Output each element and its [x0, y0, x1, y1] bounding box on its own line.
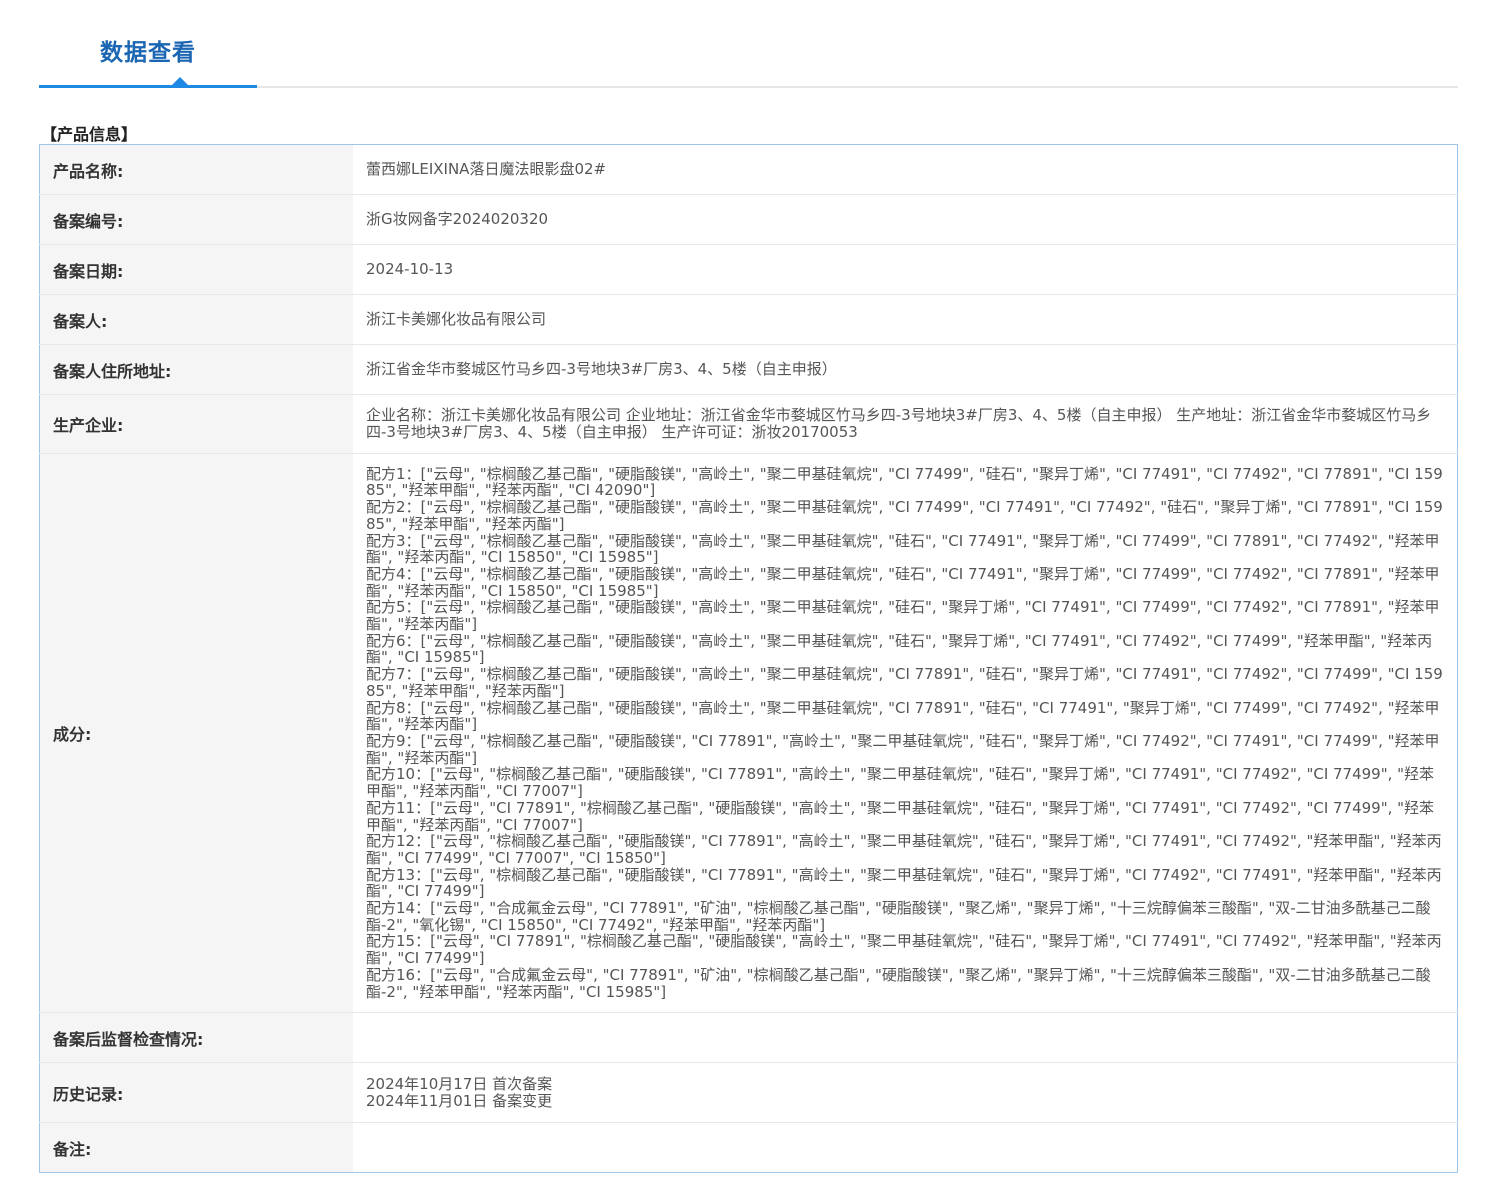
row-ingredients: 成分: 配方1：["云母", "棕榈酸乙基己酯", "硬脂酸镁", "高岭土",…	[39, 453, 1458, 1013]
label-ingredients: 成分:	[39, 453, 353, 1013]
value-post-inspection	[353, 1012, 1458, 1063]
tab-bar: 数据查看	[39, 0, 1458, 90]
value-filer-address: 浙江省金华市婺城区竹马乡四-3号地块3#厂房3、4、5楼（自主申报）	[353, 344, 1458, 395]
row-filing-number: 备案编号: 浙G妆网备字2024020320	[39, 194, 1458, 245]
label-filing-date: 备案日期:	[39, 244, 353, 295]
history-entry: 2024年10月17日 首次备案	[366, 1074, 553, 1093]
formula-line: 配方14：["云母", "合成氟金云母", "CI 77891", "矿油", …	[366, 899, 1431, 934]
formula-line: 配方4：["云母", "棕榈酸乙基己酯", "硬脂酸镁", "高岭土", "聚二…	[366, 564, 1440, 600]
formula-line: 配方13：["云母", "棕榈酸乙基己酯", "硬脂酸镁", "CI 77891…	[366, 865, 1442, 901]
label-remarks: 备注:	[39, 1122, 353, 1173]
value-manufacturer: 企业名称：浙江卡美娜化妆品有限公司 企业地址：浙江省金华市婺城区竹马乡四-3号地…	[353, 394, 1458, 454]
label-post-inspection: 备案后监督检查情况:	[39, 1012, 353, 1063]
history-entry: 2024年11月01日 备案变更	[366, 1091, 553, 1110]
formula-line: 配方16：["云母", "合成氟金云母", "CI 77891", "矿油", …	[366, 965, 1431, 1001]
value-product-name: 蕾西娜LEIXINA落日魔法眼影盘02#	[366, 160, 607, 178]
label-product-name: 产品名称:	[39, 144, 353, 195]
value-filer: 浙江卡美娜化妆品有限公司	[353, 294, 1458, 345]
formula-line: 配方11：["云母", "CI 77891", "棕榈酸乙基己酯", "硬脂酸镁…	[366, 798, 1435, 834]
formula-line: 配方8：["云母", "棕榈酸乙基己酯", "硬脂酸镁", "高岭土", "聚二…	[366, 698, 1440, 734]
formula-line: 配方5：["云母", "棕榈酸乙基己酯", "硬脂酸镁", "高岭土", "聚二…	[366, 598, 1440, 634]
formula-line: 配方6：["云母", "棕榈酸乙基己酯", "硬脂酸镁", "高岭土", "聚二…	[366, 631, 1433, 667]
label-manufacturer: 生产企业:	[39, 394, 353, 454]
value-history: 2024年10月17日 首次备案 2024年11月01日 备案变更	[353, 1062, 1458, 1123]
product-info-table: 产品名称: 蕾西娜LEIXINA落日魔法眼影盘02# 备案编号: 浙G妆网备字2…	[39, 144, 1458, 1173]
tab-data-view[interactable]: 数据查看	[39, 33, 257, 67]
formula-line: 配方10：["云母", "棕榈酸乙基己酯", "硬脂酸镁", "CI 77891…	[366, 765, 1435, 801]
formula-line: 配方9：["云母", "棕榈酸乙基己酯", "硬脂酸镁", "CI 77891"…	[366, 732, 1440, 767]
formula-line: 配方12：["云母", "棕榈酸乙基己酯", "硬脂酸镁", "CI 77891…	[366, 832, 1442, 867]
label-filer: 备案人:	[39, 294, 353, 345]
row-post-inspection: 备案后监督检查情况:	[39, 1012, 1458, 1063]
value-ingredients: 配方1：["云母", "棕榈酸乙基己酯", "硬脂酸镁", "高岭土", "聚二…	[353, 453, 1458, 1013]
formula-line: 配方15：["云母", "CI 77891", "棕榈酸乙基己酯", "硬脂酸镁…	[366, 932, 1442, 968]
formula-line: 配方2：["云母", "棕榈酸乙基己酯", "硬脂酸镁", "高岭土", "聚二…	[366, 498, 1443, 533]
row-filing-date: 备案日期: 2024-10-13	[39, 244, 1458, 295]
value-filing-date: 2024-10-13	[353, 244, 1458, 295]
formula-line: 配方3：["云母", "棕榈酸乙基己酯", "硬脂酸镁", "高岭土", "聚二…	[366, 531, 1440, 567]
label-filer-address: 备案人住所地址:	[39, 344, 353, 395]
label-history: 历史记录:	[39, 1062, 353, 1123]
value-filing-number: 浙G妆网备字2024020320	[353, 194, 1458, 245]
row-history: 历史记录: 2024年10月17日 首次备案 2024年11月01日 备案变更	[39, 1062, 1458, 1123]
row-filer-address: 备案人住所地址: 浙江省金华市婺城区竹马乡四-3号地块3#厂房3、4、5楼（自主…	[39, 344, 1458, 395]
value-remarks	[353, 1122, 1458, 1173]
caret-up-icon	[172, 77, 188, 85]
row-filer: 备案人: 浙江卡美娜化妆品有限公司	[39, 294, 1458, 345]
row-remarks: 备注:	[39, 1122, 1458, 1173]
formula-line: 配方7：["云母", "棕榈酸乙基己酯", "硬脂酸镁", "高岭土", "聚二…	[366, 665, 1443, 700]
section-heading: 【产品信息】	[41, 125, 138, 144]
formula-line: 配方1：["云母", "棕榈酸乙基己酯", "硬脂酸镁", "高岭土", "聚二…	[366, 464, 1443, 500]
row-product-name: 产品名称: 蕾西娜LEIXINA落日魔法眼影盘02#	[39, 144, 1458, 195]
row-manufacturer: 生产企业: 企业名称：浙江卡美娜化妆品有限公司 企业地址：浙江省金华市婺城区竹马…	[39, 394, 1458, 454]
tab-active-underline	[39, 85, 257, 88]
label-filing-number: 备案编号:	[39, 194, 353, 245]
